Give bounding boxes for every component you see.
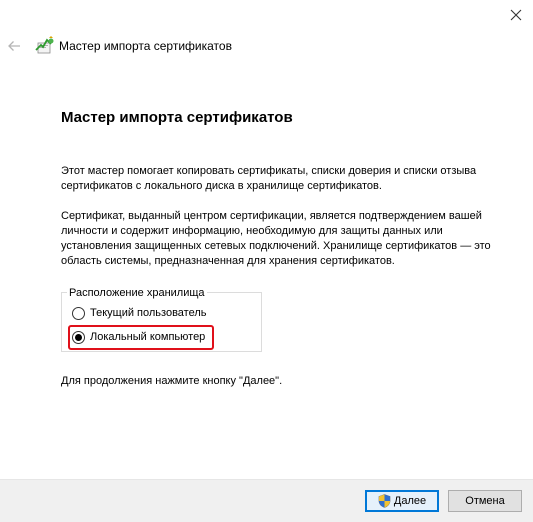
cancel-button[interactable]: Отмена xyxy=(448,490,522,512)
wizard-heading: Мастер импорта сертификатов xyxy=(61,109,293,126)
description-paragraph: Сертификат, выданный центром сертификаци… xyxy=(61,210,491,267)
radio-label-current-user: Текущий пользователь xyxy=(90,307,207,319)
window-title: Мастер импорта сертификатов xyxy=(59,39,232,53)
intro-paragraph: Этот мастер помогает копировать сертифик… xyxy=(61,165,477,192)
radio-button-current-user[interactable] xyxy=(72,306,85,320)
highlight-annotation xyxy=(68,325,214,350)
next-button-label: Далее xyxy=(393,495,427,507)
close-icon xyxy=(510,9,522,21)
back-button[interactable] xyxy=(4,36,24,56)
uac-shield-icon xyxy=(378,494,391,508)
close-button[interactable] xyxy=(499,0,533,30)
back-arrow-icon xyxy=(8,41,20,51)
certificate-import-wizard-window: Мастер импорта сертификатов Мастер импор… xyxy=(0,0,533,522)
continue-hint: Для продолжения нажмите кнопку "Далее". xyxy=(61,375,283,387)
store-location-legend: Расположение хранилища xyxy=(67,286,207,300)
cancel-button-label: Отмена xyxy=(465,495,505,507)
next-button[interactable]: Далее xyxy=(365,490,439,512)
certificate-wizard-icon xyxy=(35,36,54,54)
radio-current-user[interactable]: Текущий пользователь xyxy=(72,305,206,321)
